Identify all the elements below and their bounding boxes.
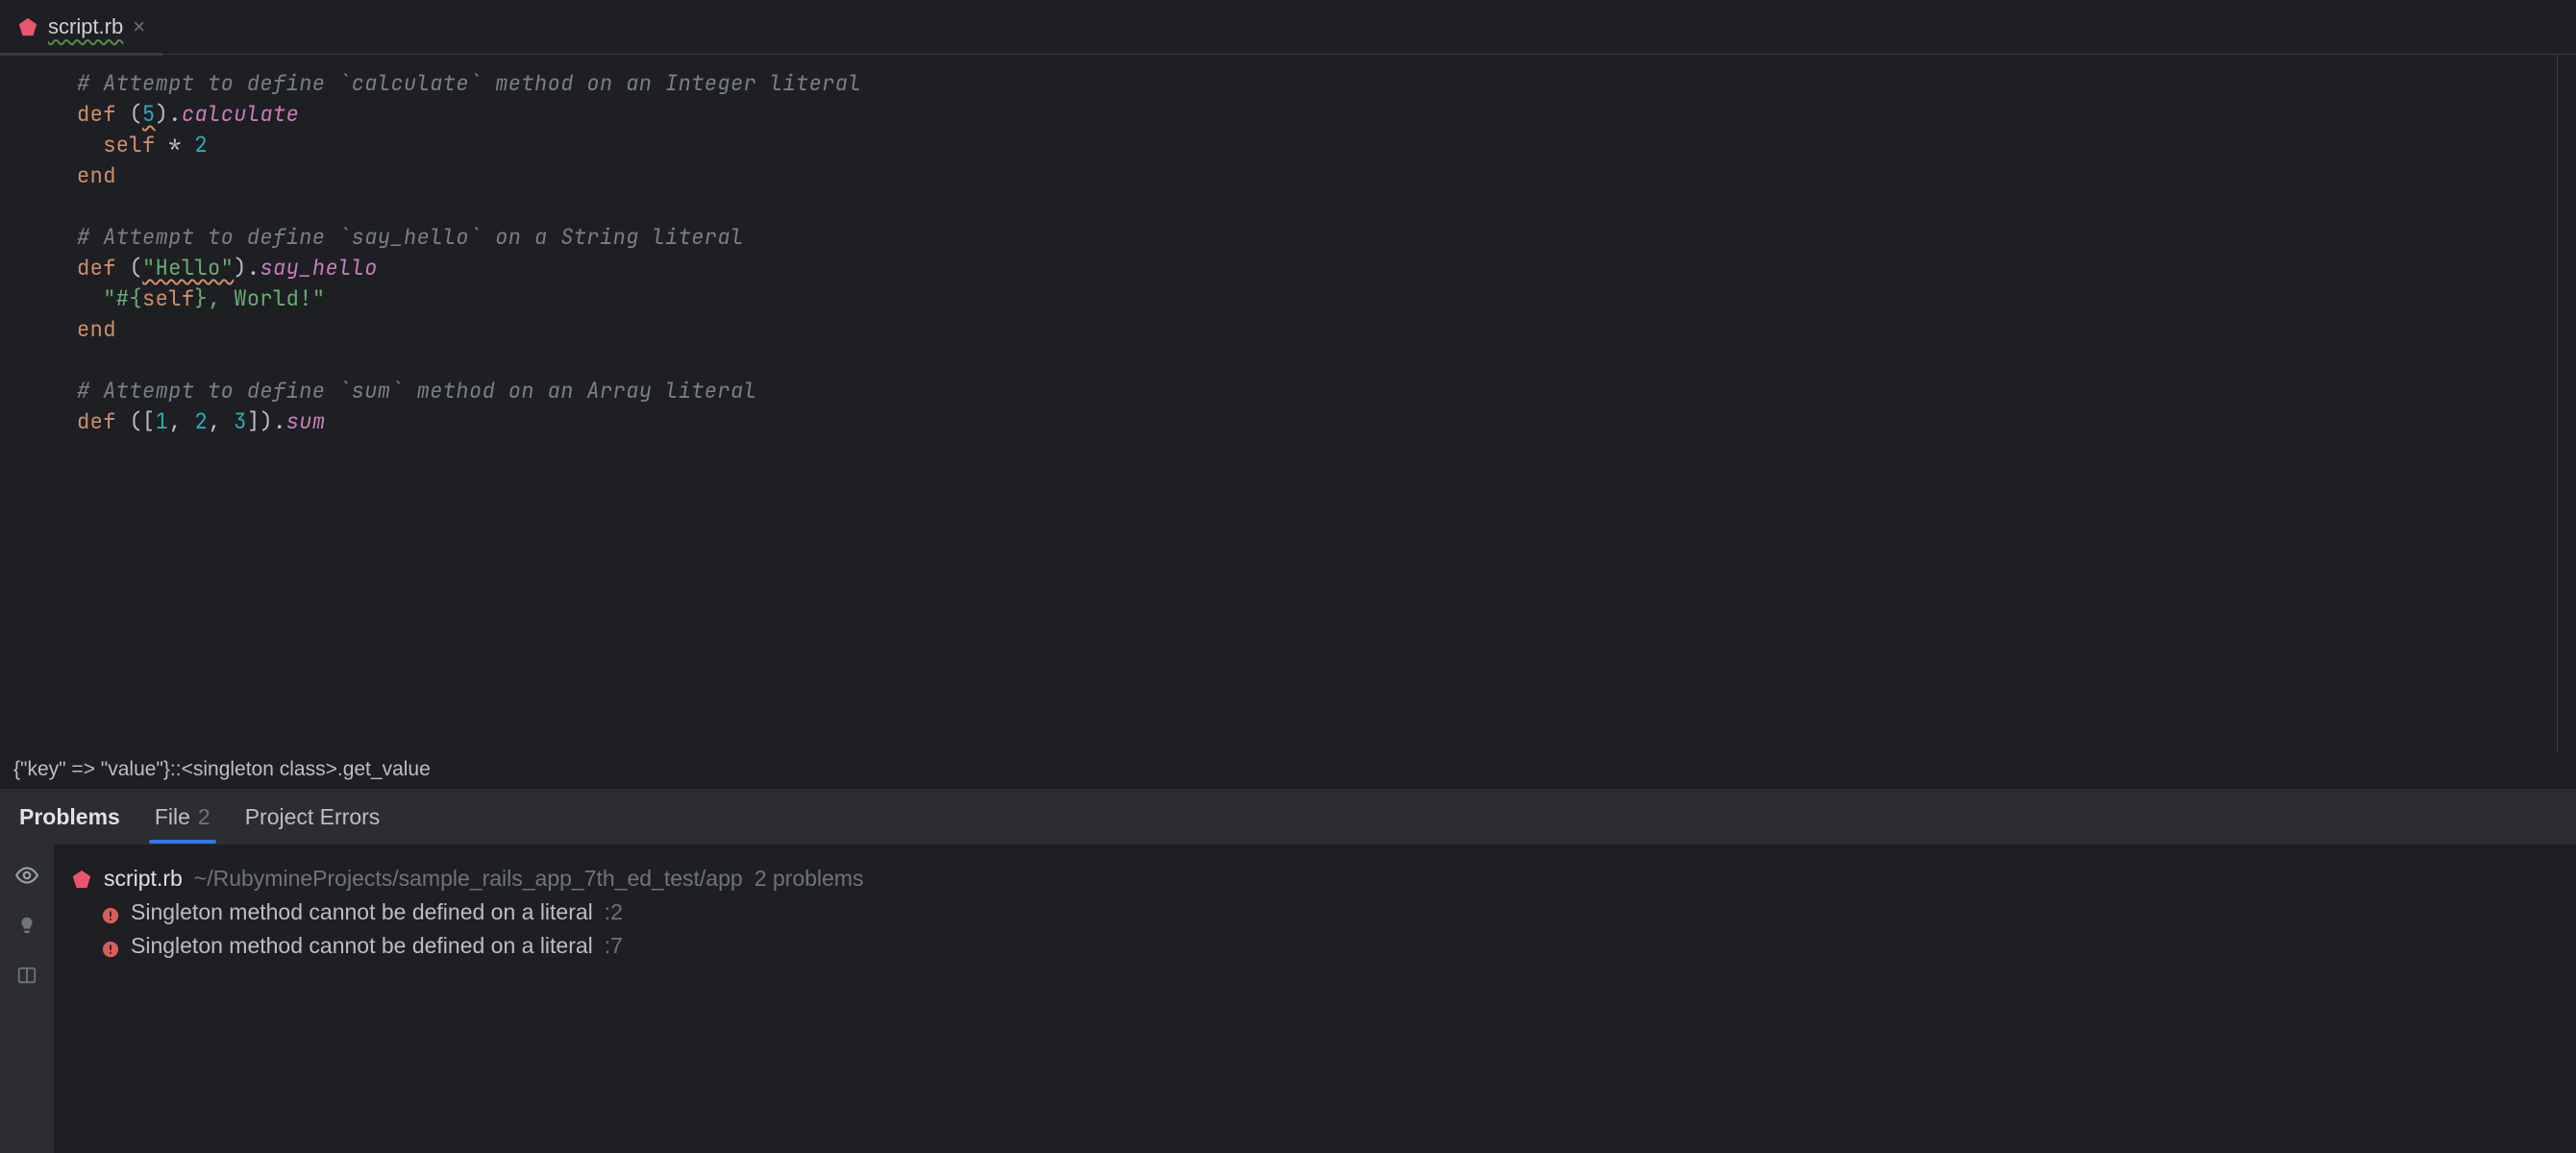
problems-sidebar — [0, 845, 54, 1153]
ruby-icon — [71, 869, 92, 890]
problem-count: 2 problems — [755, 866, 864, 892]
split-icon[interactable] — [13, 962, 40, 989]
error-icon — [102, 904, 119, 921]
breadcrumb-text: {"key" => "value"}::<singleton class>.ge… — [13, 758, 431, 780]
problem-location: :2 — [605, 899, 623, 925]
problems-tab-bar: Problems File 2 Project Errors — [0, 789, 2576, 845]
problem-message: Singleton method cannot be defined on a … — [131, 933, 593, 959]
editor-gutter — [0, 55, 75, 752]
problems-panel: Problems File 2 Project Errors — [0, 788, 2576, 1153]
tab-project-errors[interactable]: Project Errors — [245, 804, 381, 830]
lightbulb-icon[interactable] — [13, 912, 40, 939]
method-name: calculate — [182, 100, 299, 128]
problem-filepath: ~/RubymineProjects/sample_rails_app_7th_… — [194, 866, 743, 892]
code-comment: # Attempt to define `calculate` method o… — [77, 69, 861, 97]
tab-file[interactable]: File 2 — [155, 804, 211, 830]
eye-icon[interactable] — [13, 862, 40, 889]
editor-tab-bar: script.rb × — [0, 0, 2576, 54]
code-comment: # Attempt to define `sum` method on an A… — [77, 377, 756, 405]
tab-problems[interactable]: Problems — [19, 804, 120, 830]
error-stripe[interactable] — [2557, 55, 2576, 752]
method-name: say_hello — [260, 254, 377, 282]
problem-message: Singleton method cannot be defined on a … — [131, 899, 593, 925]
string-literal: "Hello" — [142, 254, 234, 282]
problem-item[interactable]: Singleton method cannot be defined on a … — [71, 895, 2559, 929]
code-comment: # Attempt to define `say_hello` on a Str… — [77, 223, 744, 251]
editor-tab[interactable]: script.rb × — [0, 0, 162, 53]
code-editor[interactable]: # Attempt to define `calculate` method o… — [75, 55, 2557, 752]
problem-location: :7 — [605, 933, 623, 959]
problem-filename: script.rb — [104, 866, 183, 892]
close-icon[interactable]: × — [133, 14, 145, 39]
problem-item[interactable]: Singleton method cannot be defined on a … — [71, 929, 2559, 963]
editor-area: # Attempt to define `calculate` method o… — [0, 54, 2576, 752]
kw-end: end — [77, 161, 116, 189]
integer-literal: 5 — [142, 100, 156, 128]
tab-filename: script.rb — [48, 14, 123, 39]
problems-list: script.rb ~/RubymineProjects/sample_rail… — [54, 845, 2576, 1153]
kw-def: def — [77, 100, 116, 128]
breadcrumb[interactable]: {"key" => "value"}::<singleton class>.ge… — [0, 752, 2576, 788]
problems-file-row[interactable]: script.rb ~/RubymineProjects/sample_rail… — [71, 862, 2559, 895]
error-icon — [102, 938, 119, 955]
method-name: sum — [286, 407, 326, 435]
ruby-icon — [17, 16, 38, 37]
